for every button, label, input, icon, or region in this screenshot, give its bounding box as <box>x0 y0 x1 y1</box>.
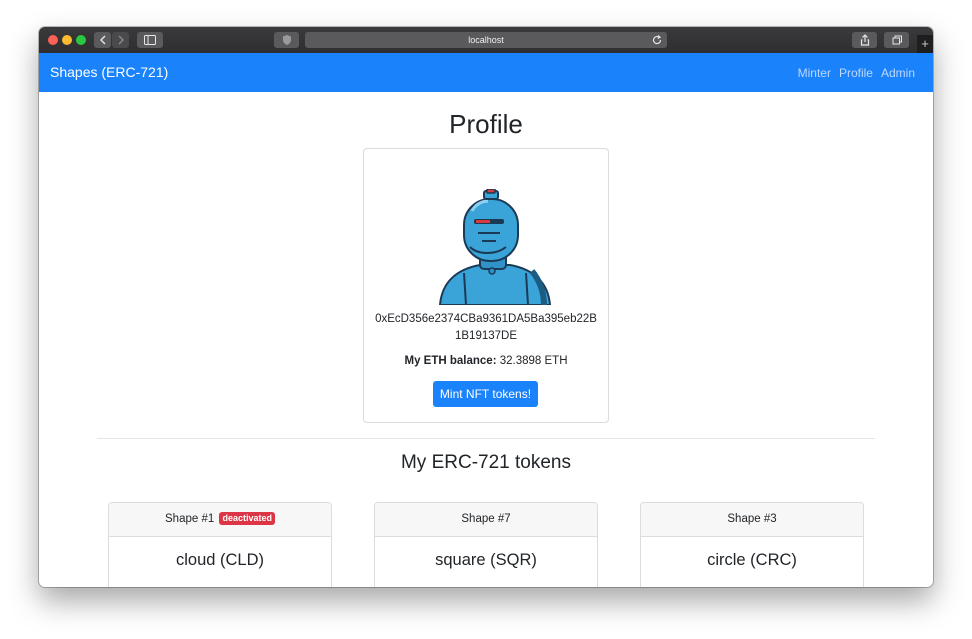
balance-label: My ETH balance: <box>404 355 497 367</box>
close-window-button[interactable] <box>48 35 58 45</box>
nav-links: Minter Profile Admin <box>798 66 915 80</box>
status-badge: deactivated <box>219 512 275 525</box>
mint-tokens-button[interactable]: Mint NFT tokens! <box>433 381 538 407</box>
balance-value: 32.3898 ETH <box>499 355 568 367</box>
wallet-address: 0xEcD356e2374CBa9361DA5Ba395eb22B1B19137… <box>375 313 597 342</box>
token-card-header: Shape #3 <box>641 503 863 537</box>
app-navbar: Shapes (ERC-721) Minter Profile Admin <box>39 53 933 92</box>
section-divider <box>97 438 875 439</box>
token-name: square (SQR) <box>435 551 537 569</box>
sidebar-button[interactable] <box>137 32 163 48</box>
reload-icon[interactable] <box>651 34 663 46</box>
share-icon <box>860 34 869 46</box>
sidebar-icon <box>144 35 156 45</box>
token-card-3[interactable]: Shape #3 circle (CRC) <box>640 502 864 587</box>
privacy-button[interactable] <box>274 32 299 48</box>
tabs-icon <box>892 35 902 45</box>
page-title: Profile <box>449 109 523 139</box>
token-card-1[interactable]: Shape #1 deactivated cloud (CLD) <box>108 502 332 587</box>
share-button[interactable] <box>852 32 877 48</box>
back-icon <box>99 35 105 45</box>
forward-icon <box>118 35 124 45</box>
nav-link-minter[interactable]: Minter <box>798 66 831 80</box>
token-id: Shape #3 <box>727 513 777 525</box>
brand-link[interactable]: Shapes (ERC-721) <box>50 64 168 80</box>
nav-link-profile[interactable]: Profile <box>839 66 873 80</box>
page-content: Profile 0xEcD356e2374CBa9361DA5Ba395eb22… <box>39 92 933 587</box>
token-id: Shape #1 <box>165 513 215 525</box>
new-tab-icon[interactable]: + <box>917 35 933 53</box>
profile-card: 0xEcD356e2374CBa9361DA5Ba395eb22B1B19137… <box>363 148 609 423</box>
address-bar[interactable]: localhost <box>305 32 667 48</box>
token-id: Shape #7 <box>461 513 511 525</box>
token-card-2[interactable]: Shape #7 square (SQR) <box>374 502 598 587</box>
tabs-button[interactable] <box>884 32 909 48</box>
nav-link-admin[interactable]: Admin <box>881 66 915 80</box>
zoom-window-button[interactable] <box>76 35 86 45</box>
token-card-header: Shape #1 deactivated <box>109 503 331 537</box>
url-text: localhost <box>468 35 504 45</box>
token-card-header: Shape #7 <box>375 503 597 537</box>
back-button[interactable] <box>94 32 111 48</box>
eth-balance: My ETH balance: 32.3898 ETH <box>364 355 608 367</box>
shield-icon <box>282 35 291 45</box>
token-name: cloud (CLD) <box>175 551 265 569</box>
browser-window: localhost + Shapes (ERC-721) Minter Prof… <box>39 27 933 587</box>
minimize-window-button[interactable] <box>62 35 72 45</box>
robot-avatar <box>438 189 552 305</box>
forward-button[interactable] <box>112 32 129 48</box>
browser-toolbar: localhost + <box>39 27 933 54</box>
token-name: circle (CRC) <box>707 551 797 569</box>
tokens-section-title: My ERC-721 tokens <box>400 452 571 473</box>
